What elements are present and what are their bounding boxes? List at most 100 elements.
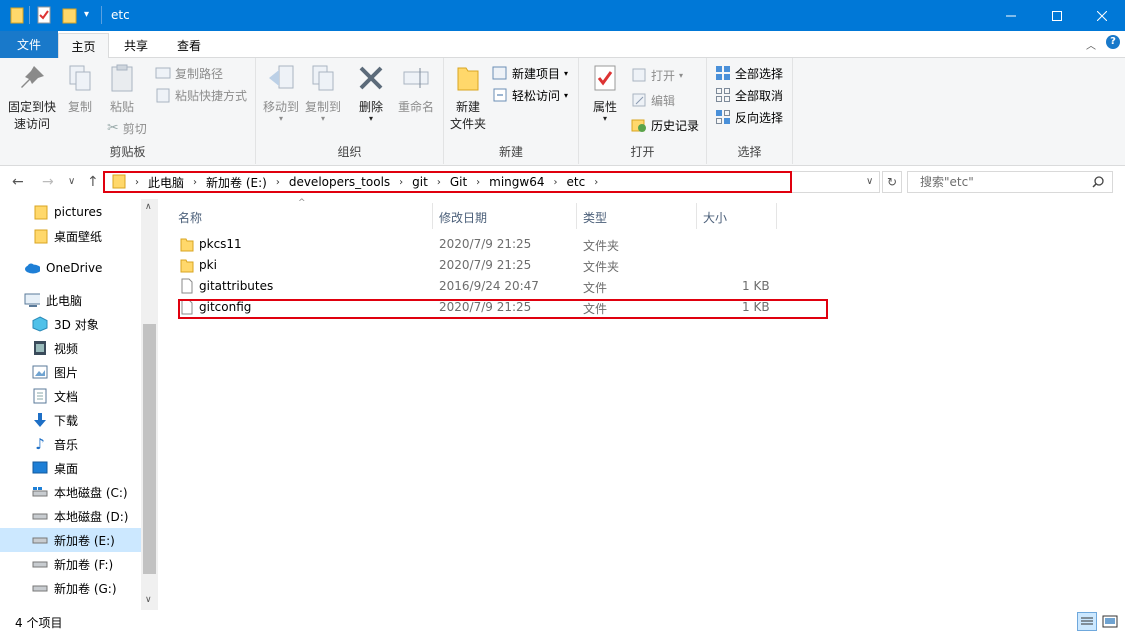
window-title: etc	[111, 8, 130, 22]
file-row-pkcs11[interactable]: pkcs11 2020/7/9 21:25 文件夹	[178, 234, 778, 255]
delete-button[interactable]: 删除 ▾	[354, 62, 388, 123]
nav-item-3d-objects[interactable]: 3D 对象	[0, 312, 141, 336]
search-input[interactable]: 搜索"etc"	[907, 171, 1113, 193]
refresh-icon[interactable]: ↻	[882, 171, 902, 193]
drive-icon	[32, 556, 48, 572]
drive-icon	[32, 484, 48, 500]
nav-item-desktop[interactable]: 桌面	[0, 456, 141, 480]
clipboard-group-label: 剪贴板	[109, 145, 146, 159]
scissors-icon: ✂	[107, 120, 119, 136]
copy-path-button[interactable]: 复制路径	[155, 63, 223, 83]
tab-view[interactable]: 查看	[166, 33, 212, 58]
copy-to-button[interactable]: 复制到 ▾	[303, 62, 343, 123]
drive-icon	[32, 532, 48, 548]
close-button[interactable]	[1079, 0, 1125, 31]
recent-locations-icon[interactable]: ∨	[68, 176, 75, 187]
folder-icon	[180, 257, 194, 276]
history-button[interactable]: 历史记录	[631, 115, 699, 135]
nav-item-drive-f[interactable]: 新加卷 (F:)	[0, 552, 141, 576]
document-icon	[32, 388, 48, 404]
help-icon[interactable]: ?	[1106, 35, 1120, 49]
close-icon	[1097, 10, 1107, 21]
folder-icon	[180, 236, 194, 255]
nav-item-this-pc[interactable]: 此电脑	[0, 288, 141, 312]
pin-quick-access-button[interactable]: 固定到快 速访问	[4, 62, 60, 133]
rename-button[interactable]: 重命名	[394, 62, 438, 116]
music-icon: ♪	[35, 435, 45, 453]
easy-access-button[interactable]: 轻松访问 ▾	[492, 85, 568, 105]
new-folder-button[interactable]: 新建 文件夹	[448, 62, 488, 133]
folder-icon	[33, 228, 49, 244]
column-size[interactable]: 大小	[703, 205, 727, 229]
copy-icon	[69, 65, 91, 91]
tab-share[interactable]: 共享	[113, 33, 159, 58]
collapse-ribbon-icon[interactable]: ︿	[1086, 37, 1096, 52]
nav-item-drive-c[interactable]: 本地磁盘 (C:)	[0, 480, 141, 504]
back-arrow-icon[interactable]: ←	[12, 174, 24, 190]
cut-button[interactable]: ✂ 剪切	[107, 118, 147, 138]
address-dropdown-icon[interactable]: ∨	[866, 176, 873, 187]
nav-item-wallpaper[interactable]: 桌面壁纸	[0, 224, 141, 248]
column-date[interactable]: 修改日期	[439, 205, 487, 229]
scroll-up-icon[interactable]: ∧	[145, 202, 152, 212]
computer-icon	[24, 292, 40, 308]
up-arrow-icon[interactable]: ↑	[87, 174, 99, 190]
delete-x-icon	[359, 66, 383, 90]
nav-item-drive-e[interactable]: 新加卷 (E:)	[0, 528, 141, 552]
nav-item-drive-g[interactable]: 新加卷 (G:)	[0, 576, 141, 600]
scroll-down-icon[interactable]: ∨	[145, 595, 152, 605]
select-all-button[interactable]: 全部选择	[715, 63, 783, 83]
column-type[interactable]: 类型	[583, 205, 607, 229]
minimize-button[interactable]	[988, 0, 1034, 31]
copy-button[interactable]: 复制	[62, 62, 98, 116]
tab-file[interactable]: 文件	[0, 31, 58, 58]
edit-button[interactable]: 编辑	[631, 90, 675, 110]
nav-item-drive-d[interactable]: 本地磁盘 (D:)	[0, 504, 141, 528]
open-group: 属性 ▾ 打开 ▾ 编辑 历史记录 打开	[579, 58, 707, 164]
details-view-icon	[1081, 617, 1093, 625]
select-none-button[interactable]: 全部取消	[715, 85, 783, 105]
scrollbar-thumb[interactable]	[143, 324, 156, 574]
nav-item-onedrive[interactable]: OneDrive	[0, 256, 141, 280]
copy-path-icon	[155, 67, 171, 79]
nav-item-pictures[interactable]: pictures	[0, 200, 141, 224]
new-item-button[interactable]: 新建项目 ▾	[492, 63, 568, 83]
move-to-button[interactable]: 移动到 ▾	[261, 62, 301, 123]
nav-item-music[interactable]: ♪ 音乐	[0, 432, 141, 456]
new-folder-icon[interactable]	[62, 6, 78, 26]
file-icon	[181, 278, 193, 297]
drive-icon	[32, 508, 48, 524]
large-icons-view-button[interactable]	[1101, 613, 1119, 630]
nav-scrollbar[interactable]: ∧ ∨	[141, 199, 158, 610]
maximize-icon	[1052, 10, 1062, 21]
file-row-gitattributes[interactable]: gitattributes 2016/9/24 20:47 文件 1 KB	[178, 276, 778, 297]
paste-button[interactable]: 粘贴	[102, 62, 142, 116]
open-group-label: 打开	[630, 145, 655, 159]
nav-item-videos[interactable]: 视频	[0, 336, 141, 360]
organize-group: 移动到 ▾ 复制到 ▾ 删除 ▾ 重命名 组织	[256, 58, 444, 164]
video-icon	[32, 340, 48, 356]
tab-home[interactable]: 主页	[58, 33, 109, 59]
paste-shortcut-button[interactable]: 粘贴快捷方式	[155, 85, 247, 105]
forward-arrow-icon[interactable]: →	[42, 174, 54, 190]
select-all-icon	[716, 66, 730, 80]
select-group: 全部选择 全部取消 反向选择 选择	[707, 58, 793, 164]
open-button[interactable]: 打开 ▾	[631, 65, 683, 85]
navigation-pane: pictures 桌面壁纸 OneDrive 此电脑 3D 对象 视频 图片 文…	[0, 199, 158, 610]
details-view-button[interactable]	[1077, 612, 1097, 631]
properties-icon[interactable]	[36, 6, 52, 26]
nav-item-documents[interactable]: 文档	[0, 384, 141, 408]
nav-item-downloads[interactable]: 下载	[0, 408, 141, 432]
column-name[interactable]: 名称	[178, 205, 202, 229]
picture-icon	[32, 364, 48, 380]
cube-icon	[32, 316, 48, 332]
properties-button[interactable]: 属性 ▾	[585, 62, 625, 123]
maximize-button[interactable]	[1034, 0, 1080, 31]
file-row-pki[interactable]: pki 2020/7/9 21:25 文件夹	[178, 255, 778, 276]
new-folder-icon	[457, 67, 479, 91]
edit-icon	[632, 93, 646, 107]
invert-selection-button[interactable]: 反向选择	[715, 107, 783, 127]
nav-item-pictures-lib[interactable]: 图片	[0, 360, 141, 384]
new-group: 新建 文件夹 新建项目 ▾ 轻松访问 ▾ 新建	[444, 58, 579, 164]
customize-qa-icon[interactable]: ▾	[84, 9, 89, 29]
